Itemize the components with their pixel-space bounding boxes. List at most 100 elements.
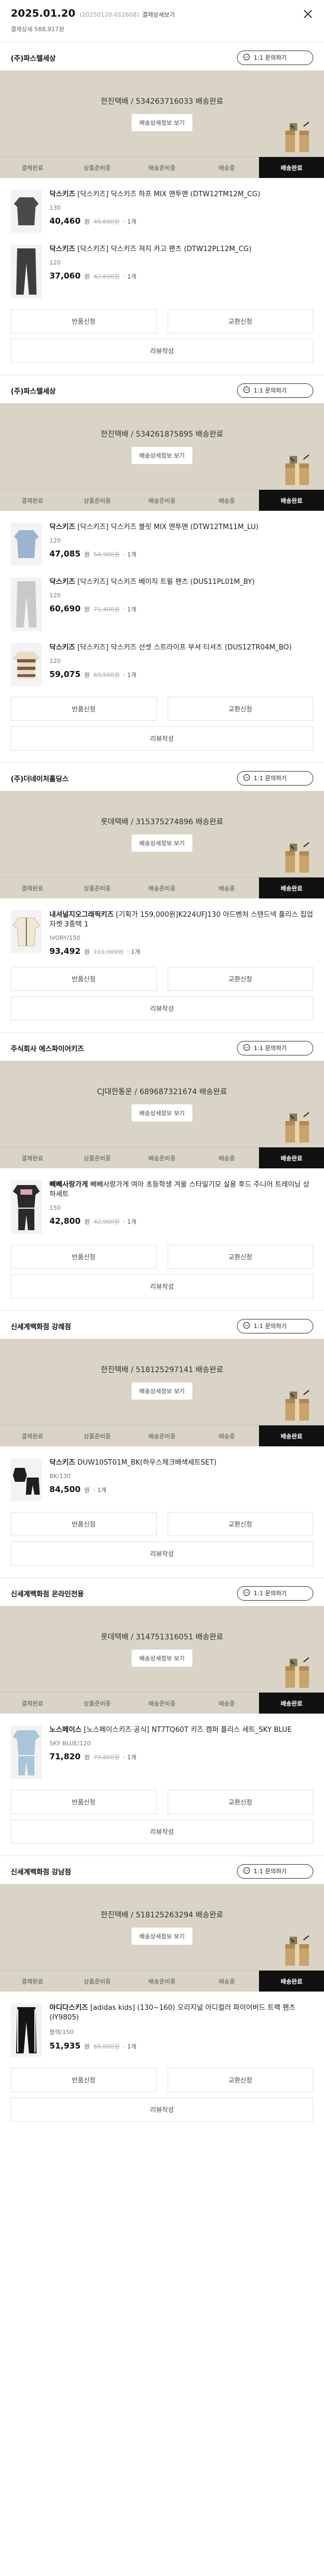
product-name[interactable]: 닥스키즈 [닥스키즈] 닥스키즈 블릿 MIX 맨투맨 (DTW12TM11M_… [49, 523, 313, 532]
inquiry-button[interactable]: 1:1 문의하기 [237, 1864, 313, 1879]
return-button[interactable]: 반품신청 [11, 697, 157, 721]
delivery-status-text: 한진택배 / 534263716033 배송완료 [100, 97, 224, 106]
seller-order-section: 신세계백화점 강례점 1:1 문의하기 한진택배 / 518125297141 … [0, 1310, 324, 1578]
product-option: SKY BLUE/120 [49, 1740, 91, 1747]
step-3: 배송중 [218, 164, 235, 172]
skyblue-set-icon[interactable] [11, 1725, 42, 1779]
kids-tracksuit-icon[interactable] [11, 1180, 42, 1234]
step-4: 배송완료 [259, 490, 324, 511]
track-delivery-button[interactable]: 배송상세정보 보기 [132, 114, 192, 131]
product-item[interactable]: 닥스키즈 [닥스키즈] 닥스키즈 선셋 스트라이프 부셔 티셔츠 (DUS12T… [11, 631, 313, 686]
seller-order-section: 주식회사 에스파이어키즈 1:1 문의하기 CJ대한통운 / 689687321… [0, 1032, 324, 1310]
inquiry-button[interactable]: 1:1 문의하기 [237, 50, 313, 65]
return-button[interactable]: 반품신청 [11, 1790, 157, 1814]
product-name[interactable]: 빼빼사랑가게 빼빼사랑가게 여아 초등학생 겨울 스타일기모 실용 후드 주니어… [49, 1180, 313, 1200]
delivery-status-text: 한진택배 / 518125263294 배송완료 [100, 1911, 224, 1919]
product-item[interactable]: 노스페이스 [노스페이스키즈 공식] NT7TQ60T 키즈 캠퍼 플리스 세트… [11, 1714, 313, 1779]
product-item[interactable]: 닥스키즈 [닥스키즈] 닥스키즈 져지 카고 팬츠 (DTW12PL12M_CG… [11, 233, 313, 298]
exchange-button[interactable]: 교환신청 [167, 697, 313, 721]
review-button[interactable]: 리뷰작성 [11, 1274, 313, 1298]
seller-order-section: (주)파스텔세상 1:1 문의하기 한진택배 / 534261875895 배송… [0, 375, 324, 762]
currency-unit: 원 [84, 948, 90, 955]
sale-price: 47,085 [49, 549, 81, 559]
product-name[interactable]: 닥스키즈 [닥스키즈] 닥스키즈 져지 카고 팬츠 (DTW12PL12M_CG… [49, 245, 313, 254]
product-brand: 내셔널지오그래픽키즈 [49, 911, 114, 919]
track-delivery-button[interactable]: 배송상세정보 보기 [132, 1650, 192, 1667]
original-price: 71,400원 [93, 606, 120, 613]
product-item[interactable]: 닥스키즈 [닥스키즈] 닥스키즈 하프 MIX 맨투맨 (DTW12TM12M_… [11, 178, 313, 233]
inquiry-button[interactable]: 1:1 문의하기 [237, 1586, 313, 1601]
return-button[interactable]: 반품신청 [11, 2068, 157, 2092]
product-item[interactable]: 내셔널지오그래픽키즈 [기획가 159,000원]K224UFJ130 아드벤처… [11, 898, 313, 956]
step-0: 결제완료 [21, 884, 44, 892]
review-button[interactable]: 리뷰작성 [11, 2097, 313, 2122]
product-item[interactable]: 아디다스키즈 [adidas kids] (130~160) 오리지널 아디컬러… [11, 1992, 313, 2057]
inquiry-label: 1:1 문의하기 [254, 54, 287, 61]
seller-order-section: (주)더네이처홀딩스 1:1 문의하기 롯데택배 / 315375274896 … [0, 762, 324, 1032]
product-title: [노스페이스키즈 공식] NT7TQ60T 키즈 캠퍼 플리스 세트_SKY B… [81, 1726, 292, 1734]
track-delivery-button[interactable]: 배송상세정보 보기 [132, 1928, 192, 1945]
track-delivery-button[interactable]: 배송상세정보 보기 [132, 1382, 192, 1400]
review-button[interactable]: 리뷰작성 [11, 726, 313, 751]
review-button[interactable]: 리뷰작성 [11, 1819, 313, 1844]
exchange-button[interactable]: 교환신청 [167, 967, 313, 991]
return-button[interactable]: 반품신청 [11, 1245, 157, 1269]
return-button[interactable]: 반품신청 [11, 967, 157, 991]
step-0: 결제완료 [21, 497, 44, 504]
gray-pants-icon[interactable] [11, 577, 42, 631]
dark-sweatshirt-icon[interactable] [11, 190, 42, 233]
close-icon[interactable] [301, 8, 314, 20]
delivery-status-panel: 한진택배 / 534263716033 배송완료 배송상세정보 보기 [0, 70, 324, 156]
product-item[interactable]: 닥스키즈 DUW10ST01M_BK(하우스체크배색세트SET) BK/130 84… [11, 1446, 313, 1501]
currency-unit: 원 [84, 218, 90, 225]
product-name[interactable]: 닥스키즈 [닥스키즈] 닥스키즈 선셋 스트라이프 부셔 티셔츠 (DUS12T… [49, 643, 313, 653]
product-name[interactable]: 닥스키즈 DUW10ST01M_BK(하우스체크배색세트SET) [49, 1458, 313, 1468]
product-name[interactable]: 아디다스키즈 [adidas kids] (130~160) 오리지널 아디컬러… [49, 2003, 313, 2023]
track-pants-icon[interactable] [11, 2003, 42, 2057]
step-0: 결제완료 [21, 1700, 44, 1707]
original-price: 42,600원 [93, 273, 120, 280]
track-delivery-button[interactable]: 배송상세정보 보기 [132, 834, 192, 852]
product-item[interactable]: 닥스키즈 [닥스키즈] 닥스키즈 베이직 트윌 팬츠 (DUS11PL01M_B… [11, 566, 313, 631]
track-delivery-button[interactable]: 배송상세정보 보기 [132, 1104, 192, 1122]
striped-sweater-icon[interactable] [11, 643, 42, 686]
step-0: 결제완료 [21, 1154, 44, 1162]
inquiry-button[interactable]: 1:1 문의하기 [237, 383, 313, 398]
exchange-button[interactable]: 교환신청 [167, 309, 313, 333]
chat-icon [243, 1589, 250, 1598]
product-name[interactable]: 노스페이스 [노스페이스키즈 공식] NT7TQ60T 키즈 캠퍼 플리스 세트… [49, 1725, 313, 1735]
review-button[interactable]: 리뷰작성 [11, 996, 313, 1021]
sale-price: 60,690 [49, 604, 81, 613]
product-item[interactable]: 닥스키즈 [닥스키즈] 닥스키즈 블릿 MIX 맨투맨 (DTW12TM11M_… [11, 511, 313, 566]
product-name[interactable]: 닥스키즈 [닥스키즈] 닥스키즈 하프 MIX 맨투맨 (DTW12TM12M_… [49, 190, 313, 199]
fleece-jacket-icon[interactable] [11, 910, 42, 953]
blue-sweatshirt-icon[interactable] [11, 523, 42, 566]
payment-detail-link[interactable]: 결제상세보기 [142, 10, 175, 19]
original-price: 65,000원 [93, 2043, 120, 2050]
original-price: 69,500원 [93, 672, 120, 679]
track-delivery-button[interactable]: 배송상세정보 보기 [132, 447, 192, 464]
review-button[interactable]: 리뷰작성 [11, 1542, 313, 1566]
review-button[interactable]: 리뷰작성 [11, 339, 313, 363]
seller-name: (주)파스텔세상 [11, 54, 56, 63]
inquiry-button[interactable]: 1:1 문의하기 [237, 1318, 313, 1333]
black-set-icon[interactable] [11, 1458, 42, 1501]
exchange-button[interactable]: 교환신청 [167, 1512, 313, 1536]
quantity: · 1개 [127, 948, 140, 955]
return-button[interactable]: 반품신청 [11, 309, 157, 333]
return-button[interactable]: 반품신청 [11, 1512, 157, 1536]
product-item[interactable]: 빼빼사랑가게 빼빼사랑가게 여아 초등학생 겨울 스타일기모 실용 후드 주니어… [11, 1168, 313, 1234]
sale-price: 51,935 [49, 2041, 81, 2051]
product-name[interactable]: 닥스키즈 [닥스키즈] 닥스키즈 베이직 트윌 팬츠 (DUS11PL01M_B… [49, 577, 313, 587]
exchange-button[interactable]: 교환신청 [167, 2068, 313, 2092]
product-name[interactable]: 내셔널지오그래픽키즈 [기획가 159,000원]K224UFJ130 아드벤처… [49, 910, 313, 930]
exchange-button[interactable]: 교환신청 [167, 1790, 313, 1814]
cargo-pants-icon[interactable] [11, 245, 42, 298]
product-option: BK/130 [49, 1473, 71, 1480]
product-brand: 닥스키즈 [49, 190, 75, 198]
chat-icon [243, 1044, 250, 1053]
step-0: 결제완료 [21, 1432, 44, 1440]
inquiry-button[interactable]: 1:1 문의하기 [237, 1040, 313, 1055]
inquiry-button[interactable]: 1:1 문의하기 [237, 770, 313, 786]
exchange-button[interactable]: 교환신청 [167, 1245, 313, 1269]
